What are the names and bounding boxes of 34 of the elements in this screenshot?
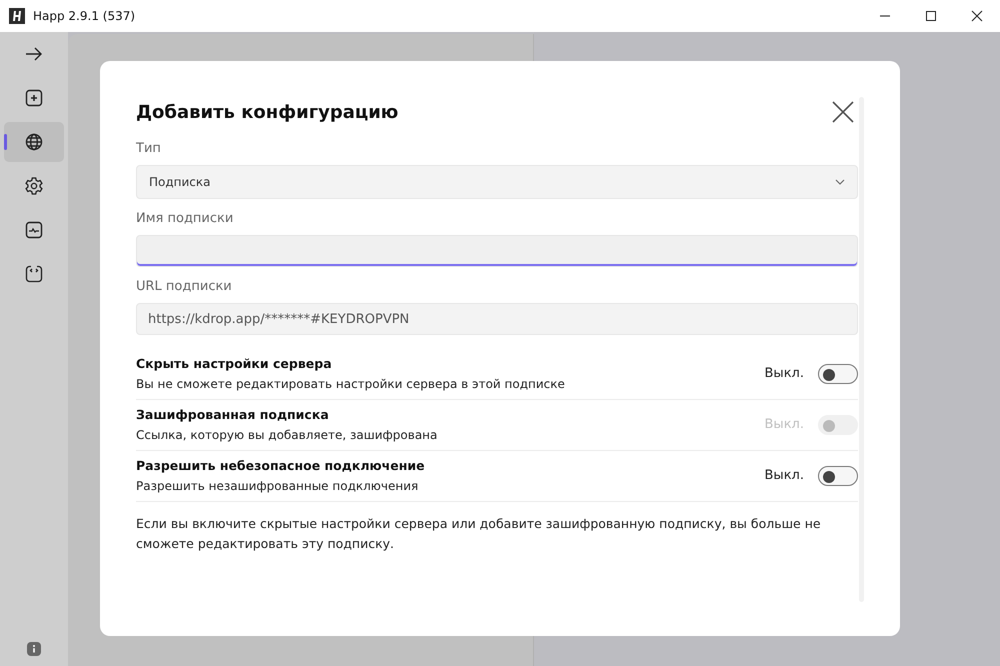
setting-description: Вы не сможете редактировать настройки сервера в этой подписке [136,377,566,391]
toggle-state-label: Выкл. [764,417,804,432]
input-field[interactable] [136,235,858,267]
info-icon[interactable] [27,642,41,656]
field-label: Имя подписки [136,211,234,226]
monitor-icon [24,220,44,240]
setting-title: Зашифрованная подписка [136,407,330,422]
warning-note: Если вы включите скрытые настройки сервера или добавите зашифрованную подписку, вы больше не сможете редактировать эту подписку. [136,515,822,553]
code-icon [24,264,44,284]
setting-title: Скрыть настройки сервера [136,356,333,371]
toggle-state-label: Выкл. [764,468,804,483]
close-icon [971,10,983,22]
window-title: Happ 2.9.1 (537) [33,9,136,23]
field-label: Тип [136,141,162,156]
gear-icon [24,176,44,196]
setting-description: Разрешить незашифрованные подключения [136,479,420,493]
toggle-switch[interactable] [818,466,858,486]
close-icon[interactable] [832,101,854,123]
scrollbar[interactable] [859,97,864,602]
app-logo-icon [9,8,25,24]
toggle-switch[interactable] [818,364,858,384]
toggle-state-label: Выкл. [764,366,804,381]
setting-title: Разрешить небезопасное подключение [136,458,426,473]
add-icon [24,88,44,108]
maximize-icon [925,10,937,22]
field-value: https://kdrop.app/*******#KEYDROPVPN [148,312,410,326]
dialog-title: Добавить конфигурацию [136,102,398,122]
field-label: URL подписки [136,279,233,294]
sidebar-item[interactable] [4,122,64,162]
chevron-down-icon [835,179,845,185]
input-field[interactable]: https://kdrop.app/*******#KEYDROPVPN [136,303,858,335]
setting-description: Ссылка, которую вы добавляете, зашифрована [136,428,438,442]
type-dropdown[interactable]: Подписка [136,165,858,199]
globe-icon [24,132,44,152]
